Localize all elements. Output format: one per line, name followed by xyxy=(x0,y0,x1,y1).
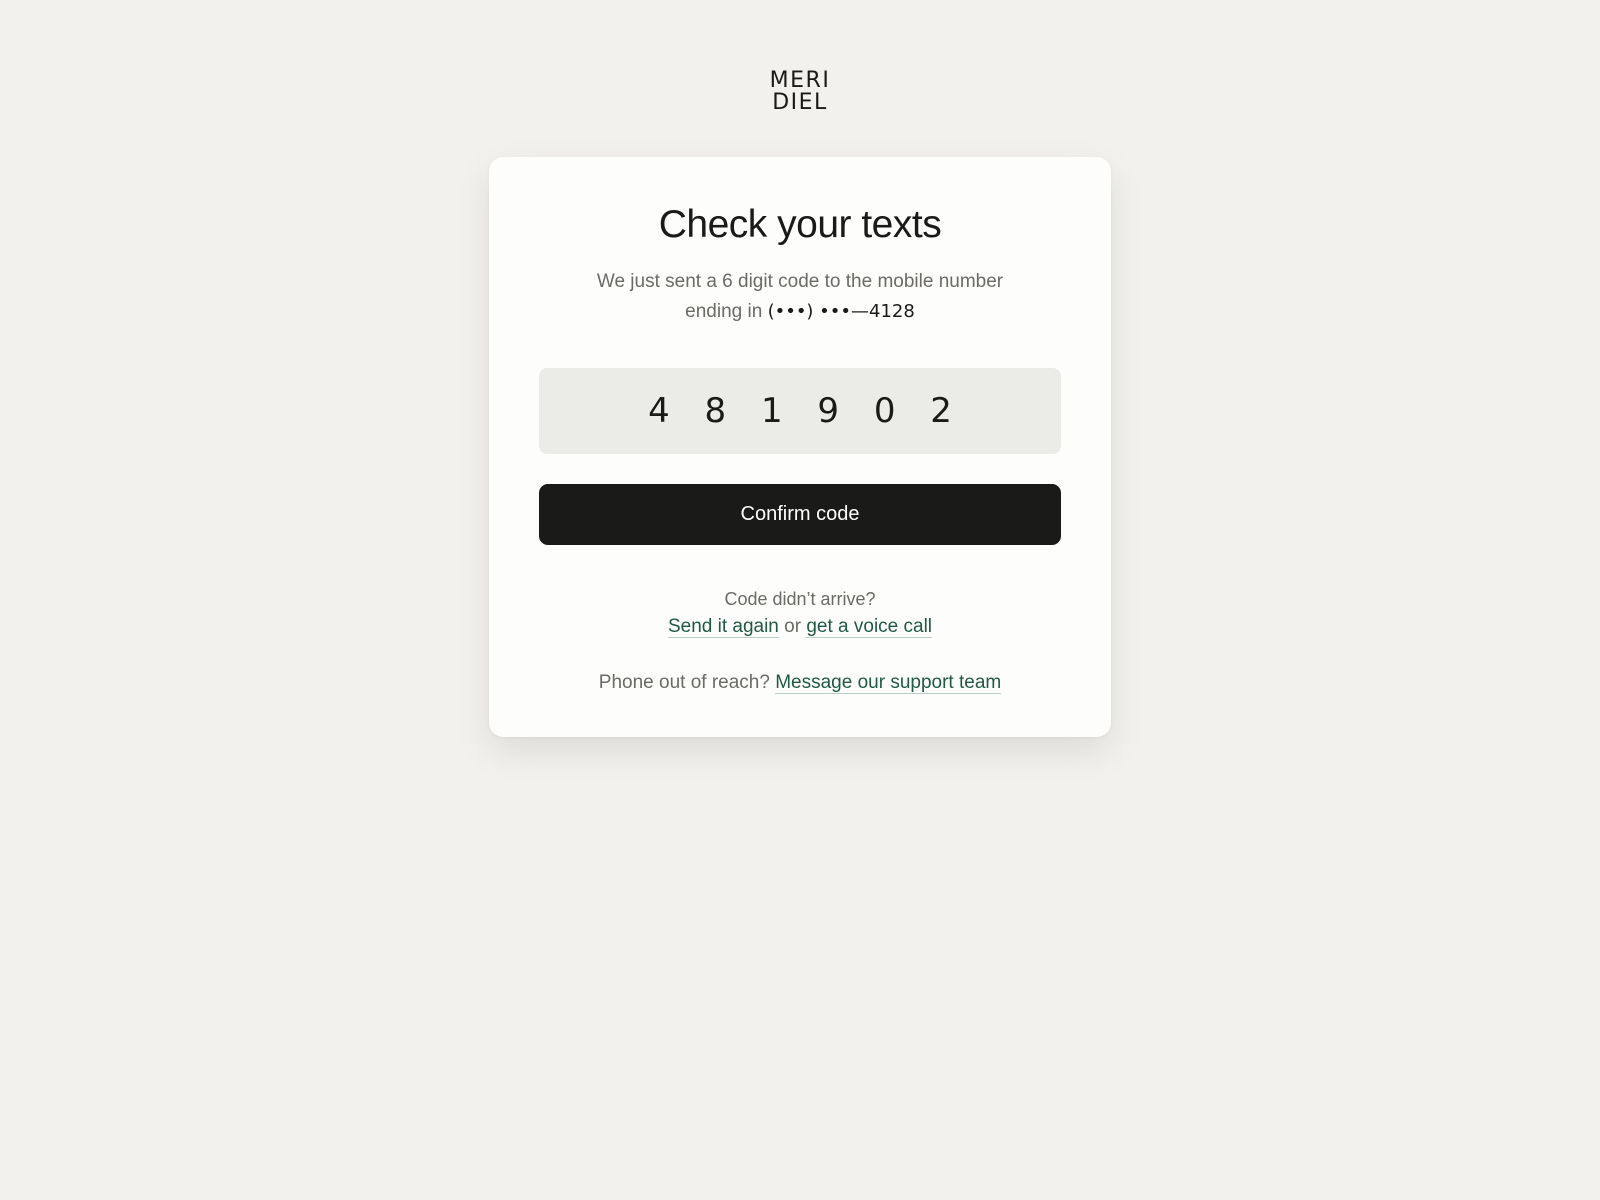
confirm-code-button[interactable]: Confirm code xyxy=(539,484,1061,545)
verification-card: Check your texts We just sent a 6 digit … xyxy=(489,157,1111,737)
or-text: or xyxy=(784,616,802,637)
voice-call-link[interactable]: get a voice call xyxy=(806,616,933,638)
resend-question: Code didn’t arrive? xyxy=(724,589,876,609)
send-again-link[interactable]: Send it again xyxy=(667,616,779,638)
resend-options: Send it again or get a voice call xyxy=(489,614,1111,640)
brand-logo: MERI DIEL xyxy=(0,70,1600,114)
logo-line-2: DIEL xyxy=(772,90,828,115)
support-row: Phone out of reach? Message our support … xyxy=(489,670,1111,696)
subtitle: We just sent a 6 digit code to the mobil… xyxy=(590,267,1010,327)
page-title: Check your texts xyxy=(658,203,942,246)
support-team-link[interactable]: Message our support team xyxy=(775,672,1002,694)
masked-phone-number: (•••) •••—4128 xyxy=(767,301,915,322)
support-question: Phone out of reach? xyxy=(598,672,770,693)
verification-code-input[interactable]: 4 8 1 9 0 2 xyxy=(539,368,1061,454)
logo-line-1: MERI xyxy=(769,68,831,93)
